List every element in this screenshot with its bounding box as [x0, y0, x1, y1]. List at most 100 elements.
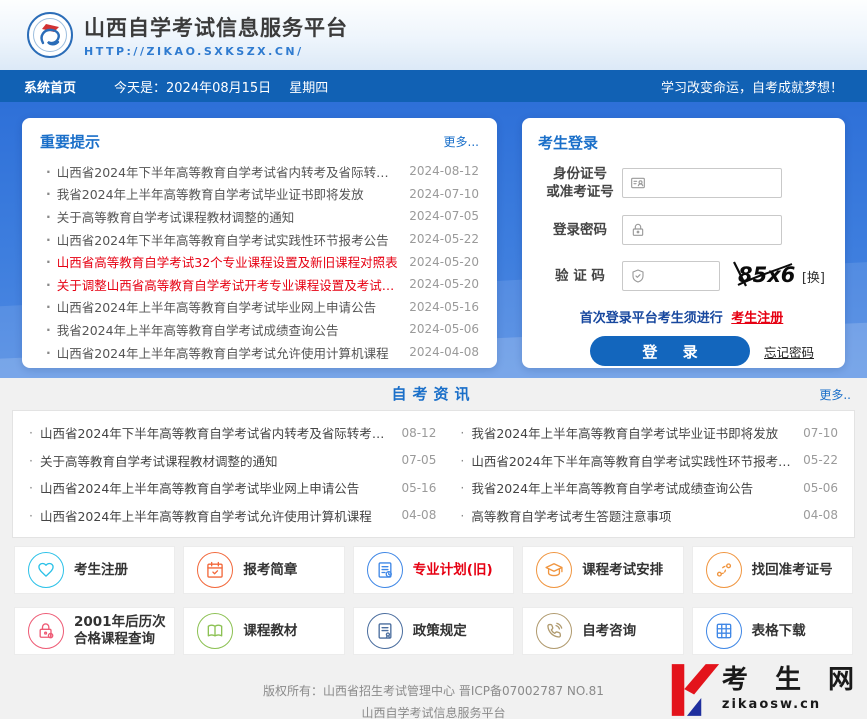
notice-item: ·山西省2024年上半年高等教育自学考试允许使用计算机课程2024-04-08	[40, 341, 479, 364]
nav-home-link[interactable]: 系统首页	[24, 77, 76, 96]
bullet: ·	[46, 209, 51, 224]
id-card-icon	[630, 175, 646, 191]
password-input-wrap	[622, 215, 782, 245]
notice-item: ·关于高等教育自学考试课程教材调整的通知2024-07-05	[40, 205, 479, 228]
bullet: ·	[460, 508, 464, 523]
news-item: · 高等教育自学考试考生答题注意事项 04-08	[460, 502, 838, 530]
notice-link[interactable]: 山西省2024年上半年高等教育自学考试允许使用计算机课程	[57, 343, 400, 362]
news-item: ·我省2024年上半年高等教育自学考试成绩查询公告05-06	[460, 474, 838, 502]
notice-date: 2024-05-06	[409, 322, 479, 336]
nav-weekday: 星期四	[289, 77, 328, 96]
news-link[interactable]: 山西省2024年上半年高等教育自学考试允许使用计算机课程	[40, 506, 393, 525]
news-link[interactable]: 高等教育自学考试考生答题注意事项	[471, 506, 795, 525]
nav-date: 今天是：2024年08月15日	[114, 77, 271, 96]
news-date: 05-22	[803, 453, 838, 467]
quick-link-card[interactable]: 报考简章	[183, 546, 344, 594]
notice-link[interactable]: 关于高等教育自学考试课程教材调整的通知	[57, 207, 400, 226]
news-link[interactable]: 我省2024年上半年高等教育自学考试成绩查询公告	[471, 478, 795, 497]
notice-item: ·山西省2024年上半年高等教育自学考试毕业网上申请公告2024-05-16	[40, 296, 479, 319]
bullet: ·	[46, 164, 51, 179]
notice-date: 2024-07-10	[409, 187, 479, 201]
register-link[interactable]: 考生注册	[731, 311, 783, 326]
quick-link-card[interactable]: 2001年后历次 合格课程查询	[14, 607, 175, 655]
notice-link[interactable]: 我省2024年上半年高等教育自学考试毕业证书即将发放	[57, 184, 400, 203]
bullet: ·	[46, 232, 51, 247]
notice-item: ·山西省2024年下半年高等教育自学考试省内转考及省际转考（转出...2024-…	[40, 160, 479, 183]
id-label: 身份证号 或准考证号	[538, 165, 622, 201]
quick-link-card[interactable]: 找回准考证号	[692, 546, 853, 594]
shield-icon	[630, 268, 646, 284]
news-link[interactable]: 关于高等教育自学考试课程教材调整的通知	[40, 451, 393, 470]
bullet: ·	[29, 453, 33, 468]
quick-link-label: 课程教材	[243, 623, 297, 640]
news-link[interactable]: 山西省2024年下半年高等教育自学考试实践性环节报考公告	[471, 451, 795, 470]
quick-link-label: 报考简章	[243, 562, 297, 579]
bullet: ·	[46, 186, 51, 201]
bullet: ·	[29, 508, 33, 523]
notice-date: 2024-04-08	[409, 345, 479, 359]
notice-link[interactable]: 山西省高等教育自学考试32个专业课程设置及新旧课程对照表	[57, 252, 400, 271]
notice-item: ·山西省2024年下半年高等教育自学考试实践性环节报考公告2024-05-22	[40, 228, 479, 251]
news-date: 04-08	[803, 508, 838, 522]
notice-date: 2024-05-20	[409, 277, 479, 291]
notice-link[interactable]: 山西省2024年上半年高等教育自学考试毕业网上申请公告	[57, 297, 400, 316]
id-row: 身份证号 或准考证号	[538, 165, 825, 201]
bullet: ·	[46, 277, 51, 292]
password-input[interactable]	[622, 215, 782, 245]
quick-link-label: 找回准考证号	[752, 562, 833, 579]
bullet: ·	[46, 254, 51, 269]
notices-title: 重要提示	[40, 131, 100, 152]
captcha-row: 验 证 码 85x6 [换]	[538, 259, 825, 293]
notice-link[interactable]: 关于调整山西省高等教育自学考试开考专业课程设置及考试计划的补...	[57, 275, 400, 294]
notice-link[interactable]: 我省2024年上半年高等教育自学考试成绩查询公告	[57, 320, 400, 339]
captcha-refresh-link[interactable]: [换]	[802, 267, 825, 286]
quick-link-card[interactable]: 表格下载	[692, 607, 853, 655]
calendar-icon	[197, 552, 233, 588]
notices-more-link[interactable]: 更多...	[444, 133, 479, 150]
news-item: ·山西省2024年下半年高等教育自学考试省内转考及省际转考（转...08-12	[29, 419, 436, 447]
news-title: 自考资讯	[391, 383, 475, 404]
quick-link-card[interactable]: 政策规定	[353, 607, 514, 655]
news-item: ·我省2024年上半年高等教育自学考试毕业证书即将发放07-10	[460, 419, 838, 447]
quick-link-card[interactable]: 考生注册	[14, 546, 175, 594]
top-navbar: 系统首页 今天是：2024年08月15日 星期四 学习改变命运，自考成就梦想！	[0, 70, 867, 102]
forgot-password-link[interactable]: 忘记密码	[764, 342, 814, 361]
news-item: · 山西省2024年下半年高等教育自学考试实践性环节报考公告 05-22	[460, 447, 838, 475]
quick-link-label: 专业计划(旧)	[413, 562, 493, 579]
login-actions: 登 录 忘记密码	[538, 336, 825, 366]
news-column-right: ·我省2024年上半年高等教育自学考试毕业证书即将发放07-10 · 山西省2024…	[454, 419, 838, 529]
notice-link[interactable]: 山西省2024年下半年高等教育自学考试省内转考及省际转考（转出...	[57, 162, 400, 181]
news-link[interactable]: 山西省2024年上半年高等教育自学考试毕业网上申请公告	[40, 478, 393, 497]
login-form: 考生登录 身份证号 或准考证号 登录密码	[522, 118, 845, 366]
bullet: ·	[460, 453, 464, 468]
quick-link-card[interactable]: 课程考试安排	[522, 546, 683, 594]
news-link[interactable]: 山西省2024年下半年高等教育自学考试省内转考及省际转考（转...	[40, 423, 393, 442]
news-date: 07-05	[401, 453, 436, 467]
news-head: 自考资讯 更多..	[0, 378, 867, 408]
bullet: ·	[29, 425, 33, 440]
bullet: ·	[46, 322, 51, 337]
news-more-link[interactable]: 更多..	[819, 386, 851, 403]
notice-link[interactable]: 山西省2024年下半年高等教育自学考试实践性环节报考公告	[57, 230, 400, 249]
news-link[interactable]: 我省2024年上半年高等教育自学考试毕业证书即将发放	[471, 423, 795, 442]
quick-links-grid: 考生注册 报考简章 专业计划(旧) 课程考试安排 找回准考证号 2001年后历次 合格课程…	[14, 546, 853, 655]
phone-icon	[536, 613, 572, 649]
hero-section: 重要提示 更多... · 山西省2024年下半年高等教育自学考试省内转考及省际转考…	[0, 102, 867, 378]
document-clock-icon	[367, 552, 403, 588]
quick-link-label: 考生注册	[74, 562, 128, 579]
quick-link-card[interactable]: 自考咨询	[522, 607, 683, 655]
login-button[interactable]: 登 录	[590, 336, 750, 366]
quick-link-card[interactable]: 专业计划(旧)	[353, 546, 514, 594]
captcha-image[interactable]: 85x6	[730, 259, 796, 293]
news-section: 自考资讯 更多.. · 山西省2024年下半年高等教育自学考试省内转考及省际转考（…	[0, 378, 867, 540]
captcha-label: 验 证 码	[538, 267, 622, 285]
watermark: 考 生 网 zikaosw.cn	[670, 661, 863, 719]
table-icon	[706, 613, 742, 649]
quick-link-label: 自考咨询	[582, 623, 636, 640]
graduation-cap-icon	[536, 552, 572, 588]
quick-link-card[interactable]: 课程教材	[183, 607, 344, 655]
id-input[interactable]	[622, 168, 782, 198]
policy-document-icon	[367, 613, 403, 649]
page: 山西自学考试信息服务平台 HTTP://ZIKAO.SXKSZX.CN/ 系统首…	[0, 0, 867, 719]
password-label: 登录密码	[538, 221, 622, 239]
